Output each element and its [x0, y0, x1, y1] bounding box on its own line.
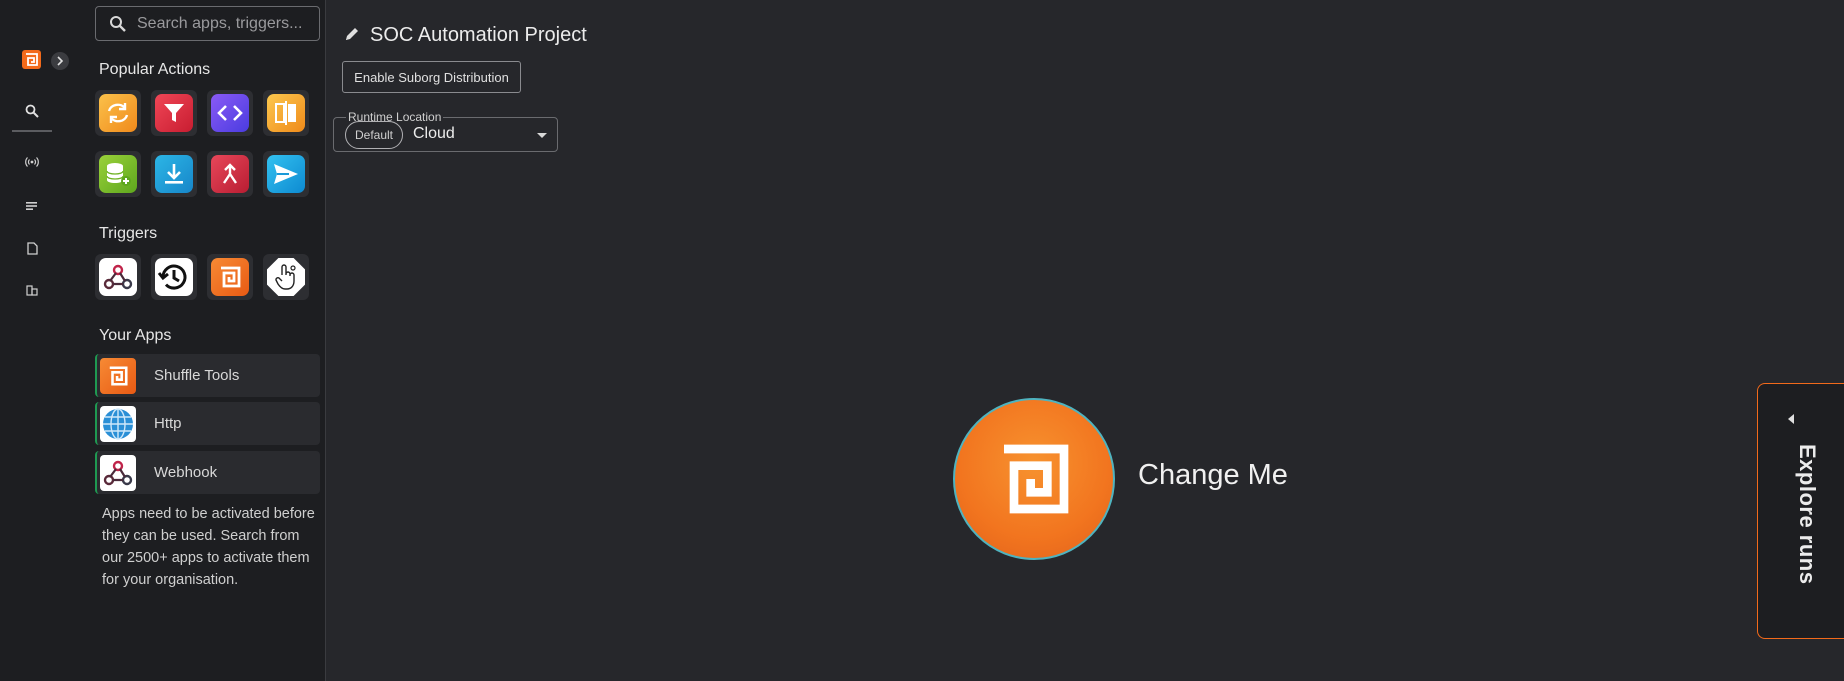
- shuffle-logo-icon: [100, 357, 136, 394]
- search-icon[interactable]: [22, 101, 42, 121]
- action-tile-compare[interactable]: [263, 90, 309, 136]
- building-icon[interactable]: [22, 280, 42, 300]
- webhook-icon: [100, 454, 136, 491]
- active-indicator: [12, 130, 52, 132]
- document-icon[interactable]: [22, 238, 42, 258]
- workflow-start-node[interactable]: [953, 398, 1115, 560]
- broadcast-icon[interactable]: [22, 152, 42, 172]
- user-input-hand-icon: [267, 258, 305, 296]
- node-label[interactable]: Change Me: [1138, 459, 1288, 492]
- action-tile-database[interactable]: [95, 151, 141, 197]
- nav-rail: [0, 0, 64, 681]
- apps-help-text: Apps need to be activated before they ca…: [102, 506, 315, 588]
- action-tile-repeat[interactable]: [95, 90, 141, 136]
- section-title-popular-actions: Popular Actions: [99, 61, 211, 78]
- expand-sidebar-button[interactable]: [51, 52, 69, 70]
- repeat-arrows-icon: [99, 94, 137, 132]
- app-label: Http: [154, 415, 182, 432]
- shuffle-logo-icon[interactable]: [22, 50, 41, 69]
- action-tile-code[interactable]: [207, 90, 253, 136]
- trigger-tile-webhook[interactable]: [95, 254, 141, 300]
- enable-suborg-distribution-button[interactable]: Enable Suborg Distribution: [342, 61, 521, 93]
- panel-divider: [325, 0, 326, 681]
- schedule-history-icon: [155, 258, 193, 296]
- send-icon: [267, 155, 305, 193]
- app-row-shuffle-tools[interactable]: Shuffle Tools: [95, 354, 320, 397]
- edit-pencil-icon[interactable]: [344, 26, 360, 42]
- code-brackets-icon: [211, 94, 249, 132]
- filter-icon: [155, 94, 193, 132]
- trigger-tile-shuffle[interactable]: [207, 254, 253, 300]
- globe-icon: [100, 405, 136, 442]
- section-title-your-apps: Your Apps: [99, 327, 172, 344]
- workflow-title[interactable]: SOC Automation Project: [370, 24, 587, 47]
- search-input[interactable]: [137, 14, 307, 33]
- app-label: Webhook: [154, 464, 218, 481]
- compare-split-icon: [267, 94, 305, 132]
- shuffle-logo-icon: [1004, 444, 1069, 514]
- list-icon[interactable]: [22, 196, 42, 216]
- app-search[interactable]: [95, 6, 320, 41]
- explore-runs-tab[interactable]: Explore runs: [1757, 383, 1844, 639]
- section-title-triggers: Triggers: [99, 225, 158, 242]
- trigger-tile-schedule[interactable]: [151, 254, 197, 300]
- action-tile-send[interactable]: [263, 151, 309, 197]
- action-tile-download[interactable]: [151, 151, 197, 197]
- app-panel: Popular Actions: [64, 0, 325, 681]
- dropdown-caret-icon: [537, 133, 547, 138]
- runtime-location-select[interactable]: Runtime Location Default Cloud: [333, 110, 558, 152]
- action-tile-merge[interactable]: [207, 151, 253, 197]
- search-icon: [110, 15, 126, 32]
- merge-arrow-icon: [211, 155, 249, 193]
- runtime-location-value: Cloud: [413, 125, 455, 142]
- app-label: Shuffle Tools: [154, 367, 240, 384]
- chevron-right-icon: [57, 56, 64, 66]
- database-add-icon: [99, 155, 137, 193]
- app-row-http[interactable]: Http: [95, 402, 320, 445]
- app-row-webhook[interactable]: Webhook: [95, 451, 320, 494]
- explore-runs-label: Explore runs: [1795, 444, 1820, 585]
- trigger-tile-user-input[interactable]: [263, 254, 309, 300]
- caret-left-icon: [1788, 414, 1794, 424]
- webhook-icon: [99, 258, 137, 296]
- download-icon: [155, 155, 193, 193]
- action-tile-filter[interactable]: [151, 90, 197, 136]
- shuffle-logo-icon: [211, 258, 249, 296]
- default-chip: Default: [345, 121, 403, 149]
